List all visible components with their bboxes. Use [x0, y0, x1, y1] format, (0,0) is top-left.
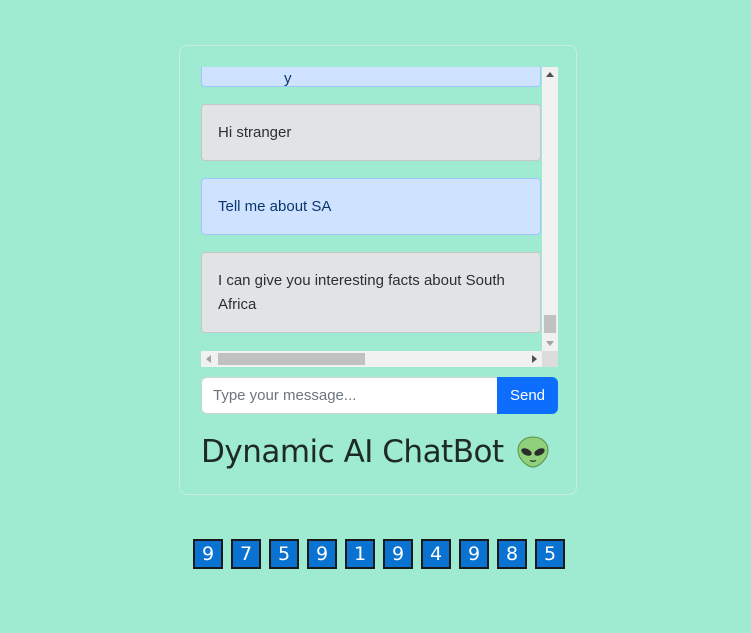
- digit-box: 1: [345, 539, 375, 569]
- title-row: Dynamic AI ChatBot: [201, 430, 550, 474]
- chat-messages: y Hi stranger Tell me about SA I can giv…: [201, 67, 542, 351]
- scrollbar-corner: [542, 351, 558, 367]
- digit-box: 5: [535, 539, 565, 569]
- digit-box: 4: [421, 539, 451, 569]
- scroll-right-arrow-icon[interactable]: [532, 355, 537, 363]
- horizontal-scroll-thumb[interactable]: [218, 353, 365, 365]
- scroll-left-arrow-icon[interactable]: [206, 355, 211, 363]
- message-text: Tell me about SA: [218, 197, 332, 215]
- send-button[interactable]: Send: [497, 377, 558, 414]
- digit-box: 8: [497, 539, 527, 569]
- chat-message-user-partial: y: [201, 67, 541, 87]
- vertical-scroll-thumb[interactable]: [544, 315, 556, 333]
- chat-card: y Hi stranger Tell me about SA I can giv…: [179, 45, 577, 495]
- scroll-up-arrow-icon[interactable]: [546, 72, 554, 77]
- digit-box: 9: [383, 539, 413, 569]
- message-input-group: Send: [201, 377, 558, 414]
- page-title: Dynamic AI ChatBot: [201, 434, 504, 470]
- scroll-down-arrow-icon[interactable]: [546, 341, 554, 346]
- digit-box: 5: [269, 539, 299, 569]
- message-text: I can give you interesting facts about S…: [218, 271, 505, 313]
- message-text: Hi stranger: [218, 123, 292, 141]
- alien-icon: [516, 435, 550, 469]
- horizontal-scrollbar[interactable]: [201, 351, 542, 367]
- vertical-scrollbar[interactable]: [542, 67, 558, 351]
- alien-icon-svg: [517, 436, 549, 468]
- message-input[interactable]: [201, 377, 497, 414]
- captcha-digits: 9 7 5 9 1 9 4 9 8 5: [193, 539, 565, 569]
- digit-box: 9: [193, 539, 223, 569]
- chat-message-bot: Hi stranger: [201, 104, 541, 161]
- digit-box: 9: [459, 539, 489, 569]
- partial-message-text: y: [284, 70, 292, 87]
- digit-box: 7: [231, 539, 261, 569]
- chat-message-bot: I can give you interesting facts about S…: [201, 252, 541, 333]
- chat-window[interactable]: y Hi stranger Tell me about SA I can giv…: [201, 67, 558, 367]
- chat-message-user: Tell me about SA: [201, 178, 541, 235]
- digit-box: 9: [307, 539, 337, 569]
